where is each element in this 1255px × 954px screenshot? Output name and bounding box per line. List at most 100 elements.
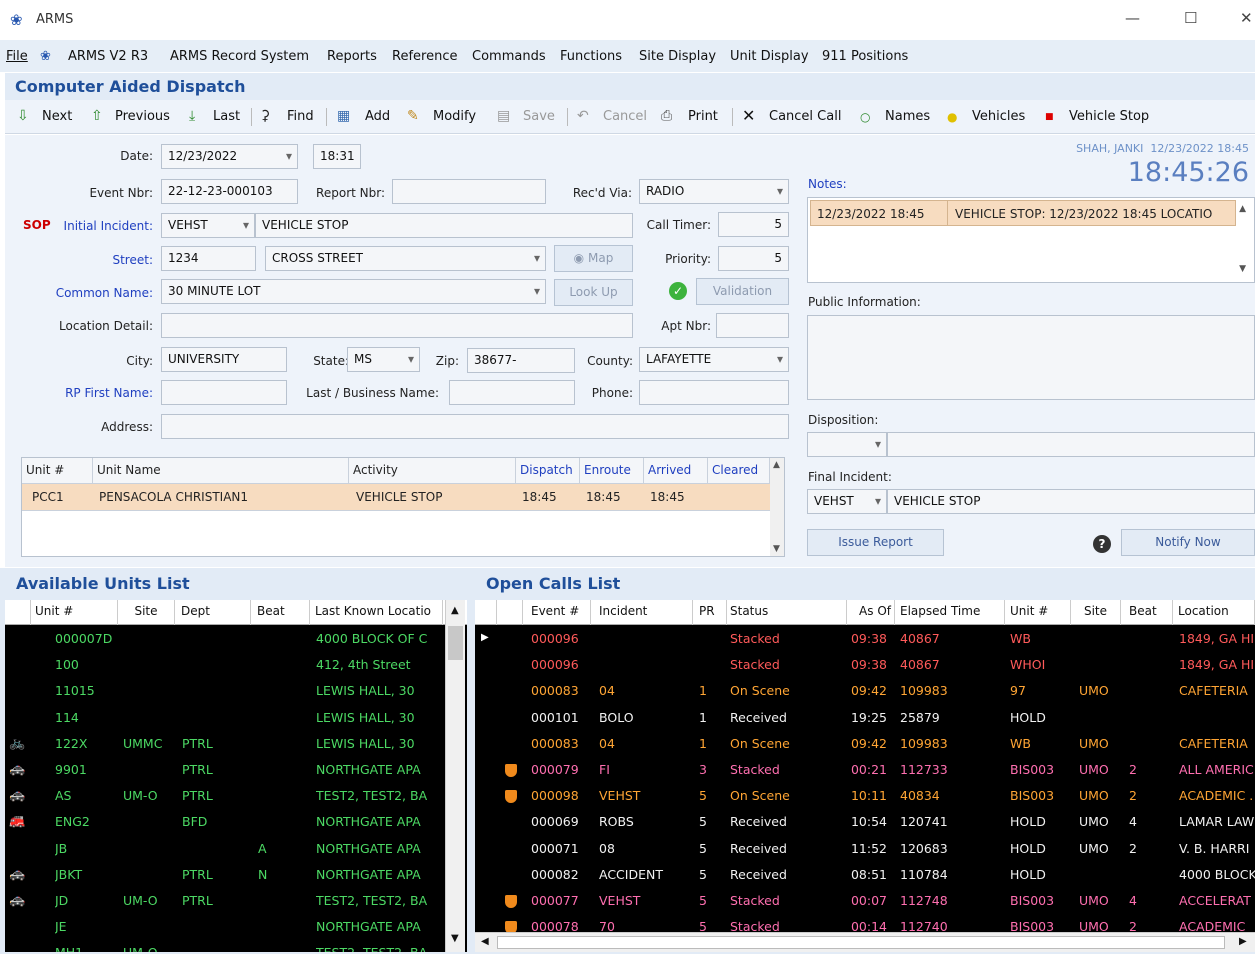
add-button[interactable]: Add (365, 109, 390, 124)
maximize-button[interactable]: ☐ (1184, 9, 1197, 27)
table-row[interactable]: 000079 FI 3 Stacked 00:21 112733 BIS003 UMO 2 ALL… (475, 757, 1255, 783)
col-dispatch[interactable]: Dispatch (516, 458, 580, 484)
list-item[interactable]: 11015 LEWIS HALL, 30 (5, 678, 467, 704)
menu-reference[interactable]: Reference (392, 49, 457, 64)
print-button[interactable]: Print (688, 109, 718, 124)
scroll-thumb[interactable] (497, 936, 1225, 949)
disposition-desc-field[interactable] (887, 432, 1255, 457)
menu-arms-record-system[interactable]: ARMS Record System (170, 49, 309, 64)
notes-grid[interactable]: 12/23/2022 18:45 VEHICLE STOP: 12/23/202… (807, 197, 1255, 283)
apt-nbr-field[interactable] (716, 313, 789, 338)
sop-badge[interactable]: SOP (23, 218, 51, 232)
report-nbr-field[interactable] (392, 179, 546, 204)
col-incident[interactable]: Incident (591, 600, 693, 625)
vehicles-button[interactable]: Vehicles (972, 109, 1025, 124)
rp-first-name-label[interactable]: RP First Name: (35, 386, 153, 400)
col-unit-number[interactable]: Unit # (22, 458, 93, 484)
menu-file[interactable]: File (6, 49, 28, 64)
available-units-scrollbar[interactable]: ▲ ▼ (445, 600, 465, 952)
initial-incident-label[interactable]: Initial Incident: (55, 219, 153, 233)
recd-via-select[interactable]: RADIO (639, 179, 789, 204)
validation-button[interactable]: Validation (696, 278, 789, 305)
list-item[interactable]: MH1UM-O TEST2, TEST2, BA (5, 940, 467, 952)
table-row[interactable]: 000101 BOLO 1 Received 19:25 25879 HOLD (475, 705, 1255, 731)
table-row[interactable]: 000077 VEHST 5 Stacked 00:07 112748 BIS003 UMO 4… (475, 888, 1255, 914)
last-business-name-field[interactable] (449, 380, 575, 405)
open-calls-hscrollbar[interactable]: ◀ ▶ (475, 932, 1255, 952)
next-button[interactable]: Next (42, 109, 72, 124)
menu-commands[interactable]: Commands (472, 49, 546, 64)
incident-code-select[interactable]: VEHST (161, 213, 255, 238)
city-field[interactable]: UNIVERSITY (161, 347, 287, 372)
street-label[interactable]: Street: (65, 253, 153, 267)
col-location[interactable]: Location (1173, 600, 1255, 625)
col-activity[interactable]: Activity (349, 458, 516, 484)
col-beat[interactable]: Beat (251, 600, 310, 625)
common-name-select[interactable]: 30 MINUTE LOT (161, 279, 546, 304)
menu-911-positions[interactable]: 911 Positions (822, 49, 908, 64)
table-row[interactable]: 000071 08 5 Received 11:52 120683 HOLD UMO 2 V. B… (475, 836, 1255, 862)
street-number-field[interactable]: 1234 (161, 246, 256, 271)
col-unit-number[interactable]: Unit # (31, 600, 118, 625)
list-item[interactable]: 🚓 AS UM-O PTRL TEST2, TEST2, BA (5, 783, 467, 809)
col-site[interactable]: Site (118, 600, 175, 625)
table-row[interactable]: 000069 ROBS 5 Received 10:54 120741 HOLD UMO 4 LA… (475, 809, 1255, 835)
scroll-thumb[interactable] (448, 626, 463, 660)
scroll-down-icon[interactable]: ▼ (1239, 264, 1246, 274)
public-info-field[interactable] (807, 315, 1255, 400)
final-incident-desc-field[interactable]: VEHICLE STOP (887, 489, 1255, 514)
col-elapsed-time[interactable]: Elapsed Time (895, 600, 1005, 625)
list-item[interactable]: 🚓 9901 PTRL NORTHGATE APA (5, 757, 467, 783)
table-row[interactable]: 000098 VEHST 5 On Scene 10:11 40834 BIS003 UMO 2… (475, 783, 1255, 809)
list-item[interactable]: 100 412, 4th Street (5, 652, 467, 678)
state-select[interactable]: MS (347, 347, 420, 372)
date-field[interactable]: 12/23/2022 (161, 144, 298, 169)
menu-functions[interactable]: Functions (560, 49, 622, 64)
list-item[interactable]: 🚓 JD UM-O PTRL TEST2, TEST2, BA (5, 888, 467, 914)
address-field[interactable] (161, 414, 789, 439)
list-item[interactable]: 🚒 ENG2 BFD NORTHGATE APA (5, 809, 467, 835)
col-status[interactable]: Status (727, 600, 847, 625)
col-enroute[interactable]: Enroute (580, 458, 644, 484)
county-select[interactable]: LAFAYETTE (639, 347, 789, 372)
event-nbr-field[interactable]: 22-12-23-000103 (161, 179, 298, 204)
menu-site-display[interactable]: Site Display (639, 49, 716, 64)
table-row[interactable]: 000096 Stacked 09:38 40867 WHOI 1849, GA HI (475, 652, 1255, 678)
cancel-button[interactable]: Cancel (603, 109, 647, 124)
scroll-right-icon[interactable]: ▶ (1239, 936, 1247, 947)
final-incident-code-select[interactable]: VEHST (807, 489, 887, 514)
rp-first-name-field[interactable] (161, 380, 287, 405)
disposition-select[interactable] (807, 432, 887, 457)
col-site[interactable]: Site (1071, 600, 1121, 625)
table-row[interactable]: 000083 04 1 On Scene 09:42 109983 WB UMO CAFETER… (475, 731, 1255, 757)
scroll-down-icon[interactable]: ▼ (451, 933, 459, 944)
list-item[interactable]: 000007D 4000 BLOCK OF C (5, 626, 467, 652)
zip-field[interactable]: 38677- (467, 348, 575, 373)
close-button[interactable]: ✕ (1240, 9, 1253, 27)
col-beat[interactable]: Beat (1121, 600, 1173, 625)
cancel-call-button[interactable]: Cancel Call (769, 109, 841, 124)
list-item[interactable]: JE NORTHGATE APA (5, 914, 467, 940)
units-grid-scrollbar[interactable]: ▲ ▼ (770, 458, 784, 556)
col-as-of[interactable]: As Of (847, 600, 895, 625)
scroll-down-icon[interactable]: ▼ (773, 544, 780, 554)
col-last-known-location[interactable]: Last Known Locatio (310, 600, 443, 625)
col-unit-number[interactable]: Unit # (1005, 600, 1071, 625)
previous-button[interactable]: Previous (115, 109, 170, 124)
list-item[interactable]: JB A NORTHGATE APA (5, 836, 467, 862)
table-row[interactable]: ▶ 000096 Stacked 09:38 40867 WB 1849, GA HI (475, 626, 1255, 652)
col-arrived[interactable]: Arrived (644, 458, 708, 484)
menu-arms-v2[interactable]: ARMS V2 R3 (68, 49, 148, 64)
modify-button[interactable]: Modify (433, 109, 476, 124)
help-icon[interactable]: ? (1093, 535, 1111, 553)
scroll-up-icon[interactable]: ▲ (773, 460, 780, 470)
notify-now-button[interactable]: Notify Now (1121, 529, 1255, 556)
minimize-button[interactable]: — (1125, 9, 1140, 27)
scroll-up-icon[interactable]: ▲ (451, 605, 459, 616)
street-name-select[interactable]: CROSS STREET (265, 246, 546, 271)
map-button[interactable]: ◉ Map (554, 245, 633, 272)
scroll-up-icon[interactable]: ▲ (1239, 204, 1246, 214)
col-unit-name[interactable]: Unit Name (93, 458, 349, 484)
list-item[interactable]: 114 LEWIS HALL, 30 (5, 705, 467, 731)
col-event-number[interactable]: Event # (523, 600, 591, 625)
